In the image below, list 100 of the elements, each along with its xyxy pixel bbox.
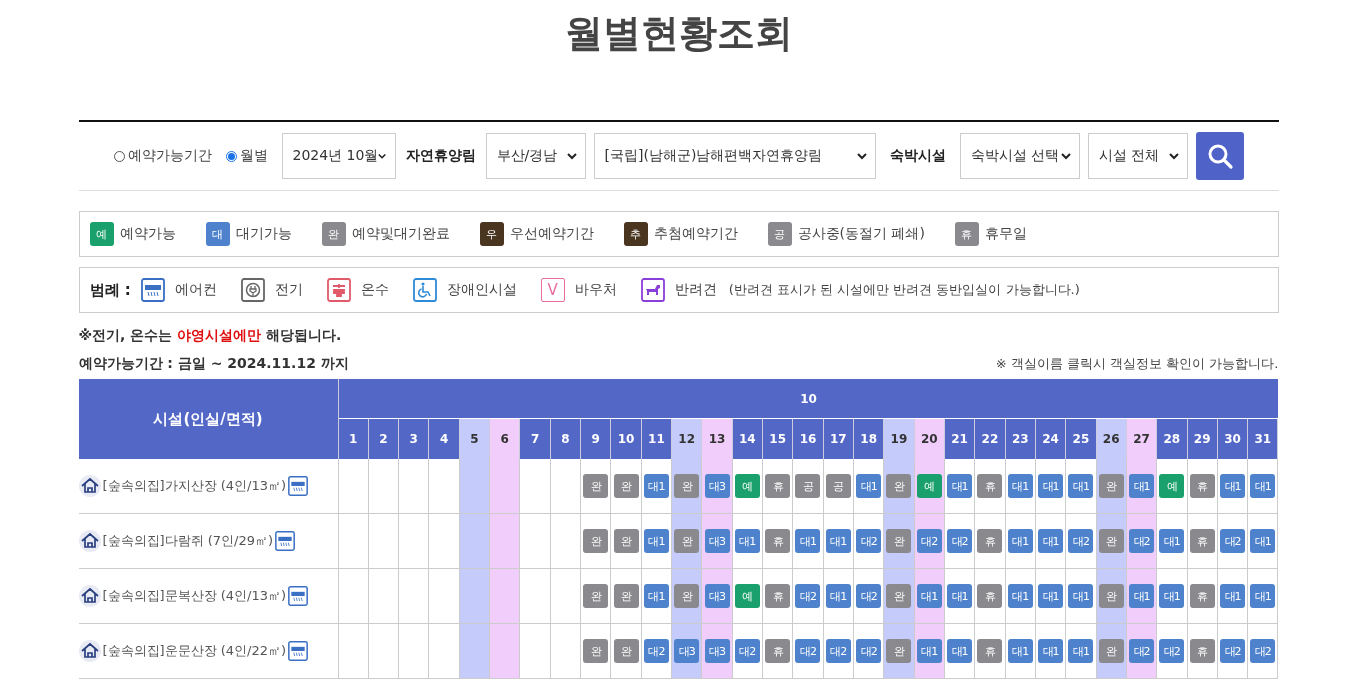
- status-badge[interactable]: 대2: [1129, 529, 1155, 553]
- status-badge[interactable]: 대2: [856, 529, 882, 553]
- status-badge[interactable]: 대1: [1159, 529, 1185, 553]
- status-badge[interactable]: 대1: [1038, 584, 1064, 608]
- status-badge[interactable]: 완: [674, 584, 700, 608]
- status-badge[interactable]: 대2: [734, 639, 760, 663]
- status-badge[interactable]: 대2: [825, 639, 851, 663]
- status-badge[interactable]: 대2: [1220, 639, 1245, 663]
- status-badge[interactable]: 예: [734, 474, 760, 498]
- status-badge[interactable]: 완: [886, 584, 912, 608]
- status-badge[interactable]: 대2: [795, 584, 821, 608]
- month-select[interactable]: 2024년 10월: [281, 133, 396, 179]
- status-badge[interactable]: 대1: [825, 529, 851, 553]
- status-badge[interactable]: 대2: [643, 639, 669, 663]
- status-badge[interactable]: 대1: [1220, 584, 1245, 608]
- status-badge[interactable]: 완: [674, 529, 700, 553]
- region-select[interactable]: 부산/경남: [485, 133, 586, 179]
- lodging-select[interactable]: 숙박시설 선택: [959, 133, 1080, 179]
- status-badge[interactable]: 대1: [643, 529, 669, 553]
- facility-name[interactable]: [숲속의집]운문산장 (4인/22㎡): [102, 642, 287, 660]
- status-badge[interactable]: 대2: [1250, 639, 1276, 663]
- status-badge[interactable]: 휴: [765, 529, 791, 553]
- status-badge[interactable]: 대1: [856, 474, 882, 498]
- status-badge[interactable]: 완: [1098, 639, 1124, 663]
- status-badge[interactable]: 공: [825, 474, 851, 498]
- status-badge[interactable]: 예: [734, 584, 760, 608]
- status-badge[interactable]: 대1: [947, 584, 973, 608]
- status-badge[interactable]: 대1: [1250, 529, 1276, 553]
- status-badge[interactable]: 대2: [1220, 529, 1245, 553]
- status-badge[interactable]: 대3: [704, 639, 730, 663]
- status-badge[interactable]: 완: [583, 529, 609, 553]
- facility-select[interactable]: 시설 전체: [1087, 133, 1188, 179]
- status-badge[interactable]: 대1: [1129, 474, 1155, 498]
- status-badge[interactable]: 대1: [1068, 584, 1094, 608]
- status-badge[interactable]: 대1: [1068, 474, 1094, 498]
- status-badge[interactable]: 대1: [1159, 584, 1185, 608]
- status-badge[interactable]: 예: [916, 474, 942, 498]
- status-badge[interactable]: 대1: [1007, 529, 1033, 553]
- status-badge[interactable]: 완: [674, 474, 700, 498]
- status-badge[interactable]: 대3: [704, 474, 730, 498]
- status-badge[interactable]: 휴: [765, 584, 791, 608]
- status-badge[interactable]: 휴: [977, 474, 1003, 498]
- radio-option[interactable]: 예약가능기간: [113, 147, 212, 165]
- status-badge[interactable]: 대1: [1007, 639, 1033, 663]
- facility-name[interactable]: [숲속의집]가지산장 (4인/13㎡): [102, 477, 287, 495]
- status-badge[interactable]: 완: [613, 584, 639, 608]
- status-badge[interactable]: 예: [1159, 474, 1185, 498]
- status-badge[interactable]: 대1: [1068, 639, 1094, 663]
- forest-select[interactable]: [국립](남해군)남해편백자연휴양림: [593, 133, 876, 179]
- status-badge[interactable]: 완: [1098, 474, 1124, 498]
- status-badge[interactable]: 대2: [1159, 639, 1185, 663]
- status-badge[interactable]: 대1: [1250, 474, 1276, 498]
- status-badge[interactable]: 대3: [674, 639, 700, 663]
- status-badge[interactable]: 대1: [1007, 474, 1033, 498]
- status-badge[interactable]: 완: [1098, 529, 1124, 553]
- status-badge[interactable]: 대1: [1250, 584, 1276, 608]
- status-badge[interactable]: 휴: [1189, 529, 1215, 553]
- facility-name[interactable]: [숲속의집]문복산장 (4인/13㎡): [102, 587, 287, 605]
- status-badge[interactable]: 대1: [1038, 529, 1064, 553]
- status-badge[interactable]: 완: [613, 474, 639, 498]
- status-badge[interactable]: 대3: [704, 584, 730, 608]
- status-badge[interactable]: 대3: [704, 529, 730, 553]
- status-badge[interactable]: 대1: [1038, 474, 1064, 498]
- facility-name[interactable]: [숲속의집]다람쥐 (7인/29㎡): [102, 532, 274, 550]
- status-badge[interactable]: 대2: [856, 584, 882, 608]
- status-badge[interactable]: 대2: [916, 529, 942, 553]
- status-badge[interactable]: 대1: [795, 529, 821, 553]
- status-badge[interactable]: 완: [613, 529, 639, 553]
- status-badge[interactable]: 대2: [856, 639, 882, 663]
- search-button[interactable]: [1195, 132, 1244, 180]
- status-badge[interactable]: 대2: [1129, 639, 1155, 663]
- status-badge[interactable]: 완: [613, 639, 639, 663]
- status-badge[interactable]: 공: [795, 474, 821, 498]
- status-badge[interactable]: 완: [583, 639, 609, 663]
- status-badge[interactable]: 대1: [947, 639, 973, 663]
- status-badge[interactable]: 대1: [734, 529, 760, 553]
- status-badge[interactable]: 대1: [1220, 474, 1245, 498]
- status-badge[interactable]: 대1: [643, 474, 669, 498]
- status-badge[interactable]: 대1: [916, 584, 942, 608]
- status-badge[interactable]: 대1: [1038, 639, 1064, 663]
- status-badge[interactable]: 휴: [977, 639, 1003, 663]
- status-badge[interactable]: 완: [886, 639, 912, 663]
- status-badge[interactable]: 휴: [1189, 639, 1215, 663]
- radio-option[interactable]: 월별: [225, 147, 268, 165]
- status-badge[interactable]: 대1: [825, 584, 851, 608]
- status-badge[interactable]: 완: [1098, 584, 1124, 608]
- status-badge[interactable]: 대2: [1068, 529, 1094, 553]
- status-badge[interactable]: 휴: [977, 584, 1003, 608]
- status-badge[interactable]: 휴: [977, 529, 1003, 553]
- status-badge[interactable]: 휴: [1189, 584, 1215, 608]
- status-badge[interactable]: 대1: [1007, 584, 1033, 608]
- status-badge[interactable]: 휴: [765, 474, 791, 498]
- status-badge[interactable]: 대1: [643, 584, 669, 608]
- status-badge[interactable]: 대2: [947, 529, 973, 553]
- status-badge[interactable]: 휴: [765, 639, 791, 663]
- status-badge[interactable]: 대1: [947, 474, 973, 498]
- status-badge[interactable]: 휴: [1189, 474, 1215, 498]
- status-badge[interactable]: 대1: [916, 639, 942, 663]
- status-badge[interactable]: 완: [583, 474, 609, 498]
- status-badge[interactable]: 완: [886, 529, 912, 553]
